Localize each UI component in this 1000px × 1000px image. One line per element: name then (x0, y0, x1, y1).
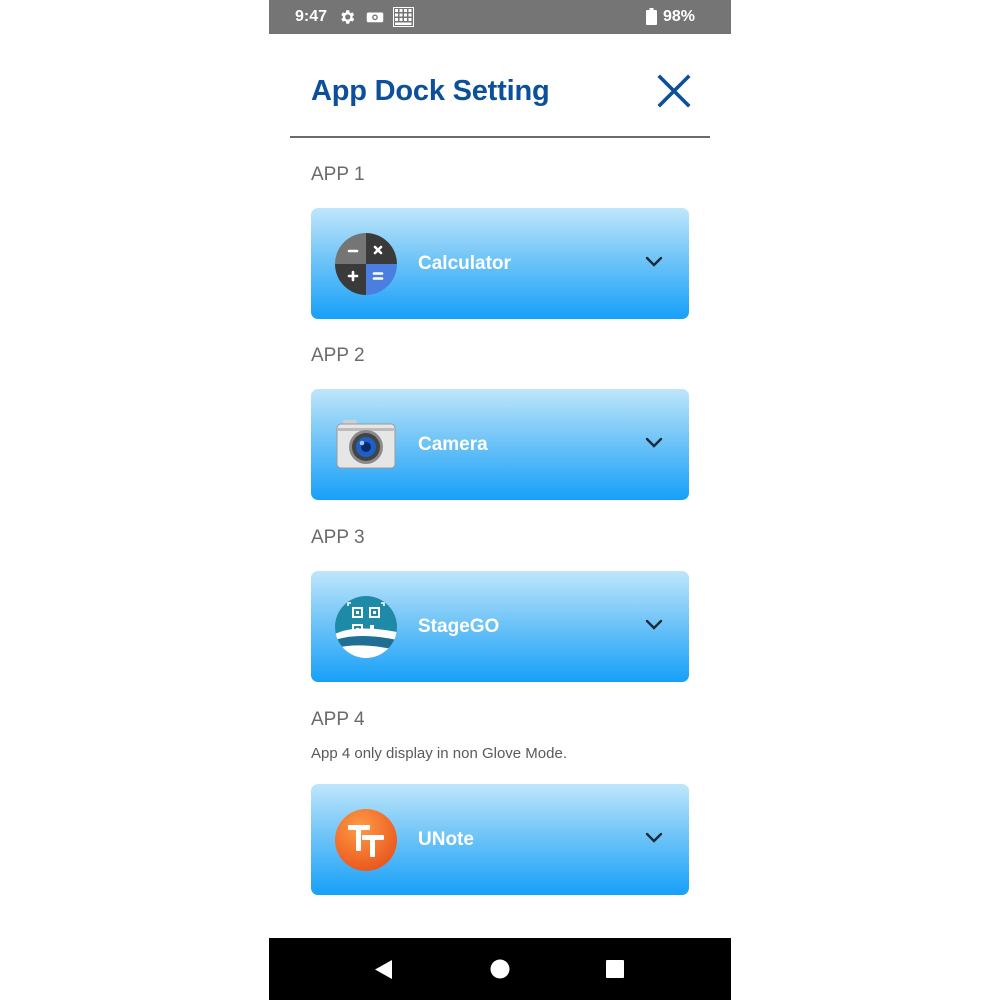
app-2-dropdown[interactable]: Camera (311, 389, 689, 500)
keyboard-grid-icon (393, 7, 414, 27)
app-2-label: APP 2 (311, 345, 365, 366)
back-icon[interactable] (373, 959, 393, 980)
chevron-down-icon (645, 256, 663, 267)
camera-notification-icon (366, 12, 384, 23)
app-4-note: App 4 only display in non Glove Mode. (311, 745, 567, 762)
navigation-bar (269, 938, 731, 1000)
app-4-dropdown[interactable]: UNote (311, 784, 689, 895)
battery-percent: 98% (662, 8, 695, 25)
phone-screen: 9:47 98% App Dock Setting APP 1 Calculat… (269, 0, 731, 1000)
app-4-label: APP 4 (311, 709, 365, 730)
recents-icon[interactable] (606, 960, 624, 978)
home-icon[interactable] (490, 959, 510, 979)
chevron-down-icon (645, 437, 663, 448)
app-2-name: Camera (418, 434, 488, 455)
stagego-icon (335, 596, 397, 658)
app-3-name: StageGO (418, 616, 500, 637)
gear-icon (341, 10, 355, 24)
battery-icon (646, 8, 657, 25)
chevron-down-icon (645, 619, 663, 630)
app-1-name: Calculator (418, 253, 511, 274)
unote-icon (335, 809, 397, 871)
app-3-label: APP 3 (311, 527, 365, 548)
status-bar: 9:47 98% (269, 0, 731, 34)
header-divider (290, 136, 710, 138)
app-1-dropdown[interactable]: Calculator (311, 208, 689, 319)
camera-icon (336, 420, 396, 469)
chevron-down-icon (645, 832, 663, 843)
app-3-dropdown[interactable]: StageGO (311, 571, 689, 682)
page-title: App Dock Setting (311, 75, 550, 107)
app-4-name: UNote (418, 829, 474, 850)
calculator-icon (335, 233, 397, 295)
status-time: 9:47 (295, 8, 328, 25)
close-icon[interactable] (655, 72, 693, 110)
app-1-label: APP 1 (311, 164, 365, 185)
